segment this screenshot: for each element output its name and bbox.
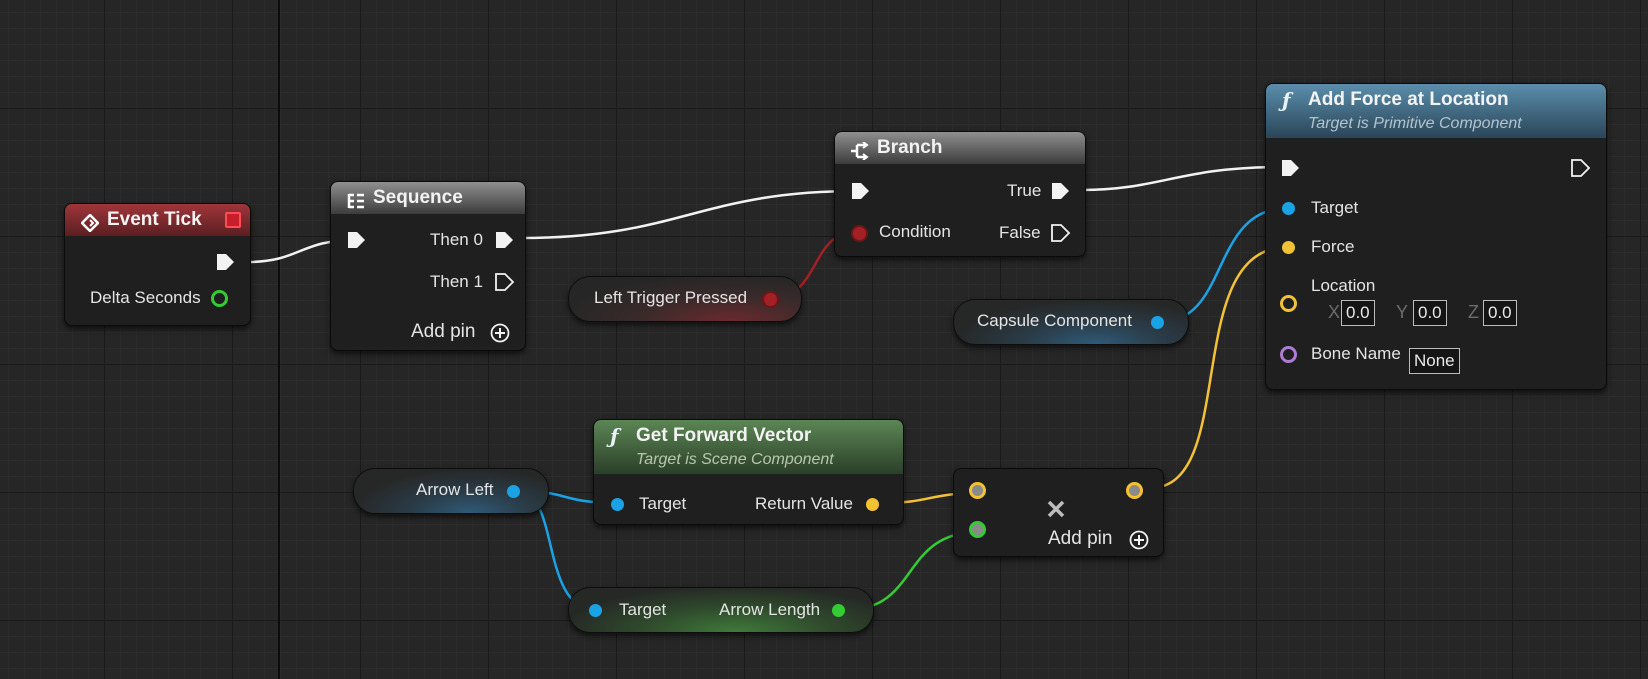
add-force-location-label: Location (1311, 276, 1376, 295)
arrow-length-target-label: Target (619, 600, 667, 619)
arrow-left-label: Arrow Left (416, 480, 494, 499)
capsule-component-node[interactable]: Capsule Component (953, 299, 1189, 345)
location-x-label: X (1328, 302, 1341, 322)
branch-header: Branch (835, 132, 1085, 164)
event-tick-title: Event Tick (107, 209, 202, 230)
arrow-length-target-pin[interactable] (589, 604, 602, 617)
add-force-force-label: Force (1311, 237, 1355, 256)
delta-seconds-pin[interactable] (211, 290, 228, 307)
sequence-icon (345, 189, 365, 221)
wire-true-to-addforce (1081, 165, 1281, 192)
get-forward-return-label: Return Value (755, 494, 853, 513)
left-trigger-label: Left Trigger Pressed (594, 288, 748, 307)
bone-name-field[interactable]: None (1409, 348, 1460, 374)
arrow-length-output-label: Arrow Length (719, 600, 821, 619)
branch-false-label: False (999, 223, 1041, 242)
branch-title: Branch (877, 137, 943, 158)
add-force-force-pin[interactable] (1282, 241, 1295, 254)
add-force-location-pin[interactable] (1280, 295, 1297, 312)
add-force-bone-pin[interactable] (1280, 346, 1297, 363)
get-forward-target-label: Target (639, 494, 687, 513)
branch-icon (849, 139, 869, 171)
capsule-component-label: Capsule Component (977, 311, 1132, 330)
location-y-label: Y (1396, 302, 1409, 322)
branch-condition-label: Condition (879, 222, 951, 241)
get-forward-header: ƒ Get Forward Vector Target is Scene Com… (594, 420, 903, 474)
delta-seconds-label: Delta Seconds (90, 288, 201, 307)
multiply-node[interactable]: Add pin (953, 468, 1164, 557)
multiply-out-pin[interactable] (1126, 482, 1143, 499)
multiply-in-a-pin[interactable] (969, 482, 986, 499)
branch-condition-pin[interactable] (851, 225, 868, 242)
add-force-header: ƒ Add Force at Location Target is Primit… (1266, 84, 1606, 138)
multiply-icon (1046, 499, 1066, 524)
sequence-then0-label: Then 0 (430, 230, 483, 249)
add-force-subtitle: Target is Primitive Component (1308, 115, 1522, 132)
add-force-at-location-node[interactable]: ƒ Add Force at Location Target is Primit… (1265, 83, 1607, 390)
arrow-left-out-pin[interactable] (507, 485, 520, 498)
sequence-add-pin-label[interactable]: Add pin (411, 321, 475, 343)
blueprint-graph-canvas[interactable]: Event Tick Delta Seconds Sequence Then 0… (0, 0, 1648, 679)
graph-origin-axis (278, 0, 280, 679)
arrow-length-out-pin[interactable] (832, 604, 845, 617)
left-trigger-out-pin[interactable] (762, 291, 779, 308)
event-diamond-icon (80, 211, 100, 243)
event-tick-header: Event Tick (65, 204, 250, 236)
location-z-label: Z (1468, 302, 1479, 322)
sequence-header: Sequence (331, 182, 525, 214)
add-force-bone-label: Bone Name (1311, 344, 1401, 363)
function-icon: ƒ (1282, 88, 1291, 112)
event-tick-node[interactable]: Event Tick Delta Seconds (64, 203, 251, 326)
location-z-field[interactable]: 0.0 (1483, 300, 1517, 326)
get-forward-return-pin[interactable] (866, 498, 879, 511)
get-forward-target-pin[interactable] (611, 498, 624, 511)
get-forward-subtitle: Target is Scene Component (636, 451, 834, 468)
add-pin-icon[interactable] (1129, 530, 1149, 555)
branch-true-label: True (1007, 181, 1042, 200)
multiply-add-pin-label[interactable]: Add pin (1048, 528, 1112, 550)
capsule-component-out-pin[interactable] (1151, 316, 1164, 329)
sequence-node[interactable]: Sequence Then 0 Then 1 Add pin (330, 181, 526, 351)
multiply-in-b-pin[interactable] (969, 521, 986, 538)
location-x-field[interactable]: 0.0 (1341, 300, 1375, 326)
branch-node[interactable]: Branch True Condition False (834, 131, 1086, 257)
add-force-target-pin[interactable] (1282, 202, 1295, 215)
sequence-title: Sequence (373, 187, 463, 208)
get-forward-vector-node[interactable]: ƒ Get Forward Vector Target is Scene Com… (593, 419, 904, 525)
sequence-then1-label: Then 1 (430, 272, 483, 291)
get-forward-title: Get Forward Vector (636, 425, 812, 446)
add-force-title: Add Force at Location (1308, 89, 1509, 110)
breakpoint-icon[interactable] (225, 212, 241, 228)
add-force-target-label: Target (1311, 198, 1359, 217)
arrow-left-node[interactable]: Arrow Left (353, 468, 549, 514)
wire-then0-to-branch (521, 189, 859, 240)
add-pin-icon[interactable] (490, 323, 510, 348)
left-trigger-pressed-node[interactable]: Left Trigger Pressed (568, 276, 802, 322)
location-y-field[interactable]: 0.0 (1413, 300, 1447, 326)
arrow-length-node[interactable]: Target Arrow Length (568, 587, 874, 633)
function-icon: ƒ (610, 424, 619, 448)
